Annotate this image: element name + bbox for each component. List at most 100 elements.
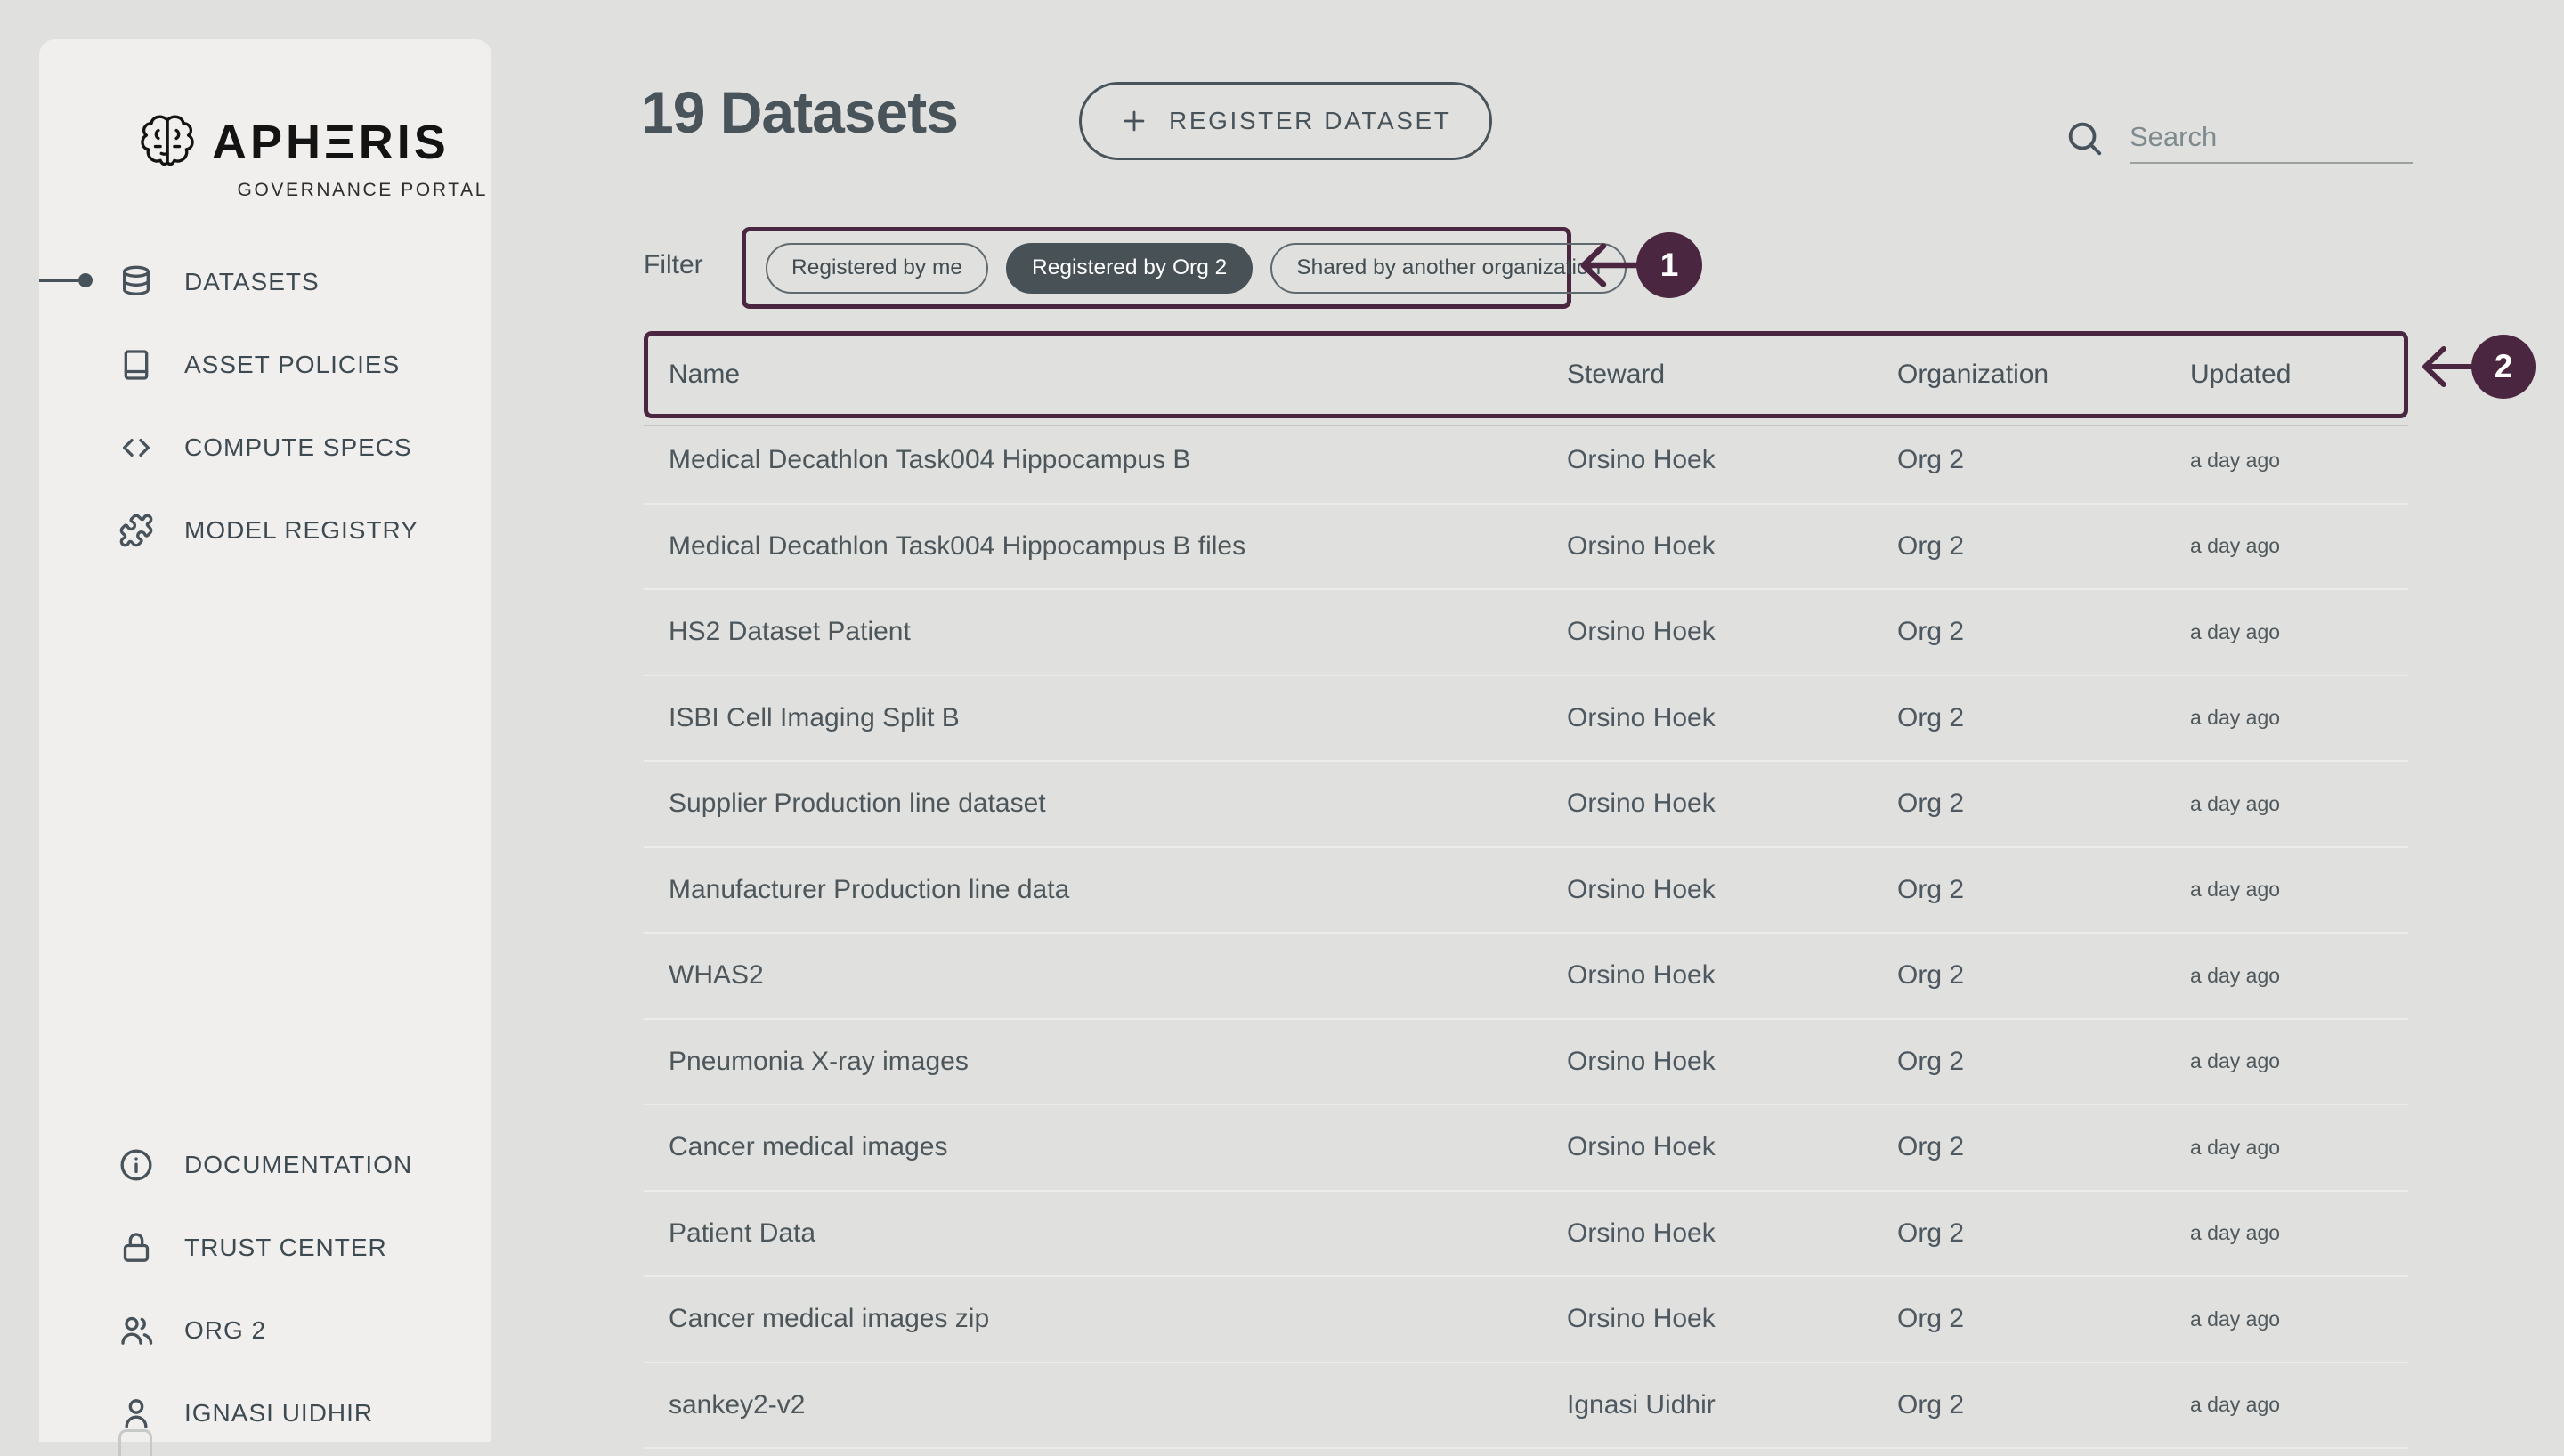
- column-header-name: Name: [648, 360, 1567, 390]
- filter-pill-registered-by-org-2[interactable]: Registered by Org 2: [1006, 243, 1253, 294]
- table-header: Name Steward Organization Updated: [648, 336, 2404, 414]
- brand-name: APHΞRIS: [212, 115, 450, 170]
- cell-organization: Org 2: [1897, 703, 2190, 733]
- cell-organization: Org 2: [1897, 789, 2190, 819]
- cell-organization: Org 2: [1897, 1304, 2190, 1334]
- cell-updated: a day ago: [2190, 1221, 2408, 1245]
- cell-name: HS2 Dataset Patient: [644, 617, 1567, 647]
- puzzle-icon: [118, 513, 154, 548]
- cell-updated: a day ago: [2190, 1136, 2408, 1160]
- table-row[interactable]: WHAS2 Orsino Hoek Org 2 a day ago: [644, 934, 2408, 1020]
- column-header-updated: Updated: [2190, 360, 2404, 390]
- cell-name: Medical Decathlon Task004 Hippocampus B …: [644, 531, 1567, 562]
- search-input[interactable]: [2130, 112, 2413, 164]
- cell-steward: Orsino Hoek: [1567, 617, 1897, 647]
- cell-updated: a day ago: [2190, 1307, 2408, 1331]
- cell-updated: a day ago: [2190, 878, 2408, 902]
- sidebar-item-label: DATASETS: [184, 268, 320, 296]
- annotation-box-1: Registered by me Registered by Org 2 Sha…: [742, 227, 1571, 309]
- cell-steward: Orsino Hoek: [1567, 1304, 1897, 1334]
- cell-updated: a day ago: [2190, 964, 2408, 988]
- sidebar-item-label: TRUST CENTER: [184, 1234, 387, 1262]
- cell-steward: Orsino Hoek: [1567, 1132, 1897, 1162]
- table-row[interactable]: HS2 Dataset Patient Orsino Hoek Org 2 a …: [644, 590, 2408, 676]
- table-row[interactable]: ISBI Cell Imaging Split B Orsino Hoek Or…: [644, 676, 2408, 763]
- table-row[interactable]: Patient Data Orsino Hoek Org 2 a day ago: [644, 1192, 2408, 1278]
- search-icon: [2064, 117, 2105, 158]
- cell-organization: Org 2: [1897, 1047, 2190, 1077]
- brand-logo: APHΞRIS GOVERNANCE PORTAL: [135, 110, 488, 201]
- table-row[interactable]: Supplier Production line dataset Orsino …: [644, 762, 2408, 848]
- dataset-table: Medical Decathlon Task004 Hippocampus B …: [644, 418, 2408, 1449]
- cell-updated: a day ago: [2190, 1393, 2408, 1417]
- cell-updated: a day ago: [2190, 449, 2408, 473]
- sidebar-item-compute-specs[interactable]: COMPUTE SPECS: [39, 406, 491, 489]
- column-header-organization: Organization: [1897, 360, 2190, 390]
- sidebar-item-user-account[interactable]: IGNASI UIDHIR: [39, 1371, 491, 1454]
- table-row[interactable]: Cancer medical images zip Orsino Hoek Or…: [644, 1277, 2408, 1363]
- annotation-box-2: Name Steward Organization Updated: [644, 331, 2408, 418]
- cell-updated: a day ago: [2190, 620, 2408, 644]
- user-icon: [118, 1395, 154, 1431]
- partially-visible-bottom-icon: [118, 1429, 152, 1456]
- cell-organization: Org 2: [1897, 1390, 2190, 1420]
- cell-name: ISBI Cell Imaging Split B: [644, 703, 1567, 733]
- cell-name: Cancer medical images zip: [644, 1304, 1567, 1334]
- filter-pill-registered-by-me[interactable]: Registered by me: [766, 243, 988, 294]
- table-row[interactable]: Medical Decathlon Task004 Hippocampus B …: [644, 505, 2408, 591]
- cell-organization: Org 2: [1897, 1218, 2190, 1249]
- plus-icon: [1119, 106, 1149, 136]
- info-icon: [118, 1147, 154, 1183]
- sidebar-item-label: MODEL REGISTRY: [184, 516, 418, 545]
- cell-updated: a day ago: [2190, 706, 2408, 730]
- cell-steward: Orsino Hoek: [1567, 531, 1897, 562]
- table-row[interactable]: Cancer medical images Orsino Hoek Org 2 …: [644, 1105, 2408, 1192]
- register-dataset-button[interactable]: REGISTER DATASET: [1079, 82, 1492, 160]
- sidebar-item-asset-policies[interactable]: ASSET POLICIES: [39, 323, 491, 406]
- cell-steward: Orsino Hoek: [1567, 1218, 1897, 1249]
- cell-steward: Orsino Hoek: [1567, 789, 1897, 819]
- sidebar-item-datasets[interactable]: DATASETS: [39, 240, 491, 323]
- cell-name: Cancer medical images: [644, 1132, 1567, 1162]
- search-field: [2064, 112, 2413, 164]
- cell-steward: Orsino Hoek: [1567, 875, 1897, 905]
- sidebar-item-label: DOCUMENTATION: [184, 1151, 412, 1179]
- lock-icon: [118, 1230, 154, 1266]
- cell-steward: Orsino Hoek: [1567, 1047, 1897, 1077]
- sidebar-item-documentation[interactable]: DOCUMENTATION: [39, 1123, 491, 1206]
- code-icon: [118, 430, 154, 465]
- sidebar-item-model-registry[interactable]: MODEL REGISTRY: [39, 489, 491, 571]
- filter-pill-shared-by-another-organization[interactable]: Shared by another organization: [1270, 243, 1627, 294]
- sidebar-item-label: ASSET POLICIES: [184, 351, 400, 379]
- filter-label: Filter: [644, 250, 703, 280]
- cell-name: Patient Data: [644, 1218, 1567, 1249]
- annotation-badge-2: 2: [2471, 335, 2536, 399]
- users-icon: [118, 1313, 154, 1348]
- table-row[interactable]: Medical Decathlon Task004 Hippocampus B …: [644, 418, 2408, 505]
- sidebar-item-label: IGNASI UIDHIR: [184, 1399, 373, 1428]
- book-icon: [118, 347, 154, 383]
- register-dataset-label: REGISTER DATASET: [1169, 107, 1452, 135]
- table-row[interactable]: Manufacturer Production line data Orsino…: [644, 848, 2408, 934]
- annotation-badge-1: 1: [1636, 232, 1702, 298]
- brain-logo-icon: [135, 110, 199, 174]
- sidebar-item-org-2[interactable]: ORG 2: [39, 1289, 491, 1371]
- cell-name: Medical Decathlon Task004 Hippocampus B: [644, 445, 1567, 475]
- database-icon: [118, 264, 154, 300]
- cell-updated: a day ago: [2190, 792, 2408, 816]
- sidebar: APHΞRIS GOVERNANCE PORTAL DATASETS ASSET…: [39, 39, 491, 1442]
- primary-nav: DATASETS ASSET POLICIES COMPUTE SPECS MO…: [39, 240, 491, 571]
- cell-steward: Orsino Hoek: [1567, 703, 1897, 733]
- cell-name: Manufacturer Production line data: [644, 875, 1567, 905]
- cell-name: Supplier Production line dataset: [644, 789, 1567, 819]
- cell-organization: Org 2: [1897, 531, 2190, 562]
- secondary-nav: DOCUMENTATION TRUST CENTER ORG 2 IGNAS: [39, 1123, 491, 1454]
- table-row[interactable]: sankey2-v2 Ignasi Uidhir Org 2 a day ago: [644, 1363, 2408, 1450]
- cell-updated: a day ago: [2190, 534, 2408, 558]
- table-row[interactable]: Pneumonia X-ray images Orsino Hoek Org 2…: [644, 1020, 2408, 1106]
- sidebar-item-trust-center[interactable]: TRUST CENTER: [39, 1206, 491, 1289]
- cell-organization: Org 2: [1897, 960, 2190, 991]
- cell-organization: Org 2: [1897, 445, 2190, 475]
- brand-subtitle: GOVERNANCE PORTAL: [135, 180, 488, 201]
- cell-organization: Org 2: [1897, 875, 2190, 905]
